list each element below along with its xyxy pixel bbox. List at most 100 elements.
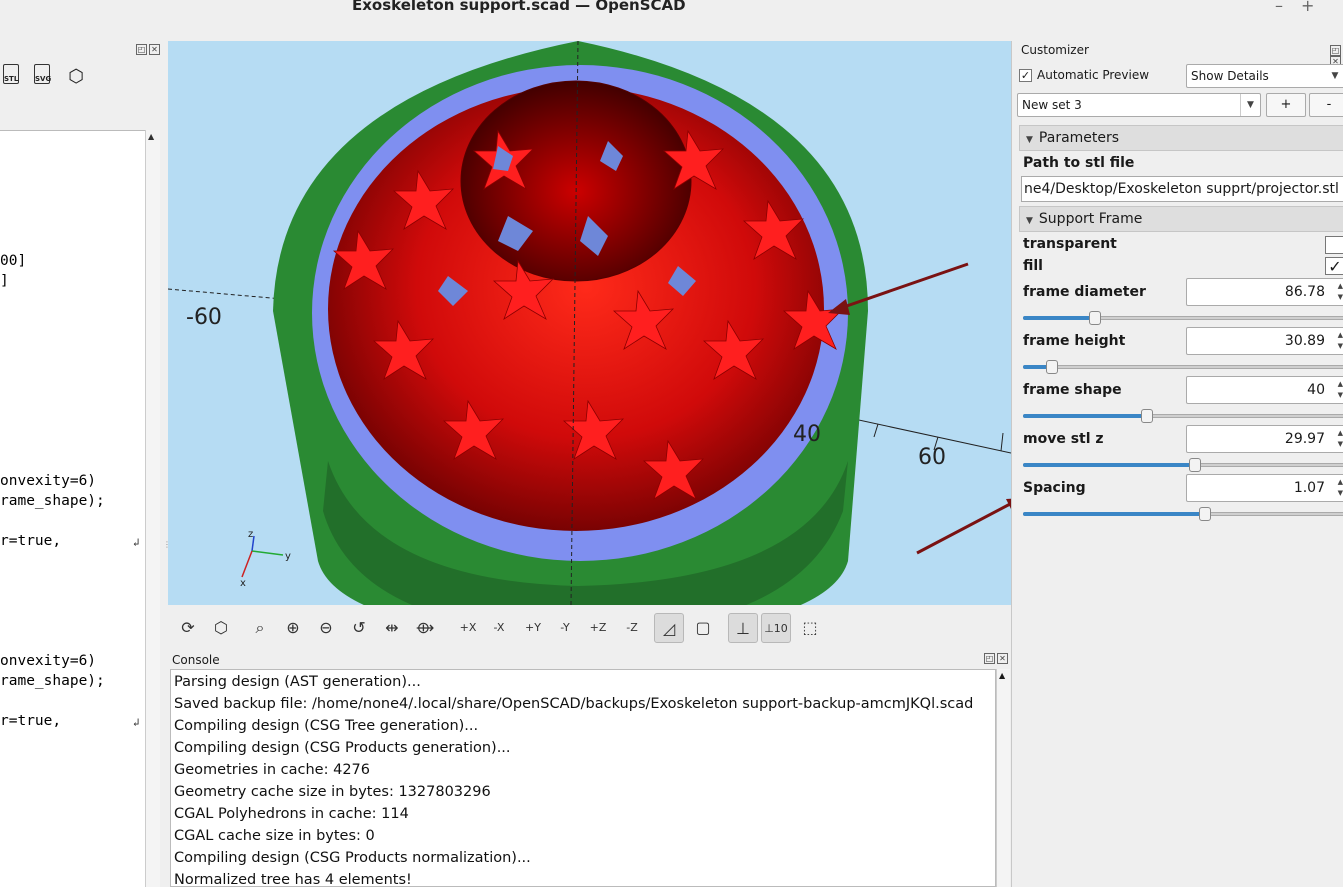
minimize-button[interactable]: – [1275,0,1283,15]
console-line: Geometries in cache: 4276 [174,762,370,778]
export-svg-button[interactable]: SVG [31,64,53,90]
console-scrollbar[interactable]: ▲ [996,669,1010,887]
show-details-select[interactable]: Show Details ▼ [1186,64,1343,88]
frame-height-value: 30.89 [1284,333,1325,349]
float-icon[interactable]: ◰ [984,653,995,664]
transparent-checkbox[interactable] [1325,236,1343,254]
view-top-button[interactable]: +Z [583,613,613,643]
close-icon[interactable]: ✕ [149,44,160,55]
zoom-out-button[interactable]: ⊖ [311,613,341,643]
spin-arrows-icon[interactable]: ▲ ▼ [1338,477,1343,499]
stl-file-icon: STL [3,64,19,84]
frame-diameter-spinbox[interactable]: 86.78 ▲ ▼ [1186,278,1343,306]
console-line: CGAL cache size in bytes: 0 [174,828,375,844]
code-line: onvexity=6) [0,653,97,669]
reset-view-button[interactable]: ↺ [344,613,374,643]
collapse-icon: ▼ [1026,135,1033,145]
frame-shape-slider[interactable] [1023,409,1343,423]
preset-select[interactable]: New set 3 ▼ [1017,93,1261,117]
chevron-down-icon: ▼ [1331,71,1339,81]
spin-arrows-icon[interactable]: ▲ ▼ [1338,379,1343,401]
console-line: Compiling design (CSG Products normaliza… [174,850,531,866]
console-line: Parsing design (AST generation)... [174,674,421,690]
show-edges-button[interactable]: ⬚ [795,613,825,643]
animate-button[interactable]: ⟴ [410,613,440,643]
frame-height-slider[interactable] [1023,360,1343,374]
path-label: Path to stl file [1023,155,1135,171]
code-line: 00] [0,253,27,269]
spacing-spinbox[interactable]: 1.07 ▲ ▼ [1186,474,1343,502]
slider-handle[interactable] [1199,507,1211,521]
editor-dock: ◰ ✕ STL SVG ⬡ 00] ] onvexity=6) rame_shap… [0,40,171,887]
console-dock-controls: ◰ ✕ [982,653,1008,664]
frame-shape-spinbox[interactable]: 40 ▲ ▼ [1186,376,1343,404]
dock-splitter[interactable]: ⋮ [163,540,171,560]
slider-handle[interactable] [1140,409,1153,423]
console-title: Console [172,653,220,667]
slider-handle[interactable] [1189,458,1202,472]
spin-arrows-icon[interactable]: ▲ ▼ [1338,428,1343,450]
preset-value: New set 3 [1022,98,1082,112]
console-output[interactable]: Parsing design (AST generation)... Saved … [170,669,996,887]
code-line: r=true, [0,533,62,549]
close-icon[interactable]: ✕ [997,653,1008,664]
frame-height-spinbox[interactable]: 30.89 ▲ ▼ [1186,327,1343,355]
path-input[interactable]: ne4/Desktop/Exoskeleton supprt/projector… [1021,176,1343,202]
move-stl-z-label: move stl z [1023,431,1104,447]
code-line: rame_shape); [0,493,105,509]
console-line: CGAL Polyhedrons in cache: 114 [174,806,409,822]
group-parameters[interactable]: ▼ Parameters [1019,125,1343,151]
export-3d-button[interactable]: ⬡ [65,64,87,90]
add-preset-button[interactable]: + [1266,93,1306,117]
move-stl-z-spinbox[interactable]: 29.97 ▲ ▼ [1186,425,1343,453]
move-stl-z-slider[interactable] [1023,458,1343,472]
console-line: Compiling design (CSG Products generatio… [174,740,511,756]
code-editor[interactable]: 00] ] onvexity=6) rame_shape); r=true, ↲… [0,130,145,887]
view-right-button[interactable]: +X [453,613,483,643]
3d-viewport[interactable]: -60 40 60 z y x [168,41,1011,605]
spacing-slider[interactable] [1023,507,1343,521]
export-stl-button[interactable]: STL [0,64,22,90]
move-stl-z-value: 29.97 [1284,431,1325,447]
float-icon[interactable]: ◰ [136,44,147,55]
model-render: -60 40 60 z y x [168,41,1011,605]
frame-diameter-slider[interactable] [1023,311,1343,325]
collapse-icon: ▼ [1026,216,1033,226]
console-line: Compiling design (CSG Tree generation)..… [174,718,479,734]
fill-checkbox[interactable]: ✓ [1325,257,1343,275]
spin-arrows-icon[interactable]: ▲ ▼ [1338,281,1343,303]
group-support-frame[interactable]: ▼ Support Frame [1019,206,1343,232]
cube-icon: ⬡ [68,66,84,87]
customizer-title: Customizer [1021,43,1089,57]
show-axes-button[interactable]: ⊥ [728,613,758,643]
slider-handle[interactable] [1046,360,1059,374]
frame-diameter-label: frame diameter [1023,284,1146,300]
orthogonal-button[interactable]: ▢ [688,613,718,643]
console-line: Normalized tree has 4 elements! [174,872,412,887]
preview-button[interactable]: ⟳ [173,613,203,643]
svg-text:x: x [240,578,246,589]
view-front-button[interactable]: -Y [550,613,580,643]
spin-arrows-icon[interactable]: ▲ ▼ [1338,330,1343,352]
slider-handle[interactable] [1088,311,1101,325]
editor-scrollbar[interactable]: ▲ [145,130,160,887]
perspective-button[interactable]: ◿ [654,613,684,643]
view-left-button[interactable]: -X [484,613,514,643]
wrap-icon: ↲ [133,536,140,549]
remove-preset-button[interactable]: - [1309,93,1343,117]
automatic-preview-checkbox[interactable]: ✓ [1019,69,1032,82]
view-bottom-button[interactable]: -Z [617,613,647,643]
view-all-button[interactable]: ⌕ [245,613,275,643]
scroll-up-icon[interactable]: ▲ [999,671,1005,680]
zoom-in-button[interactable]: ⊕ [278,613,308,643]
view-back-button[interactable]: +Y [518,613,548,643]
maximize-button[interactable]: + [1301,0,1314,15]
console-line: Geometry cache size in bytes: 1327803296 [174,784,491,800]
code-line: rame_shape); [0,673,105,689]
transparent-label: transparent [1023,236,1117,252]
scroll-up-icon[interactable]: ▲ [148,132,154,141]
render-button[interactable]: ⬡ [206,613,236,643]
float-icon[interactable]: ◰ [1330,45,1341,56]
show-scale-button[interactable]: ⊥10 [761,613,791,643]
fit-button[interactable]: ⇹ [377,613,407,643]
